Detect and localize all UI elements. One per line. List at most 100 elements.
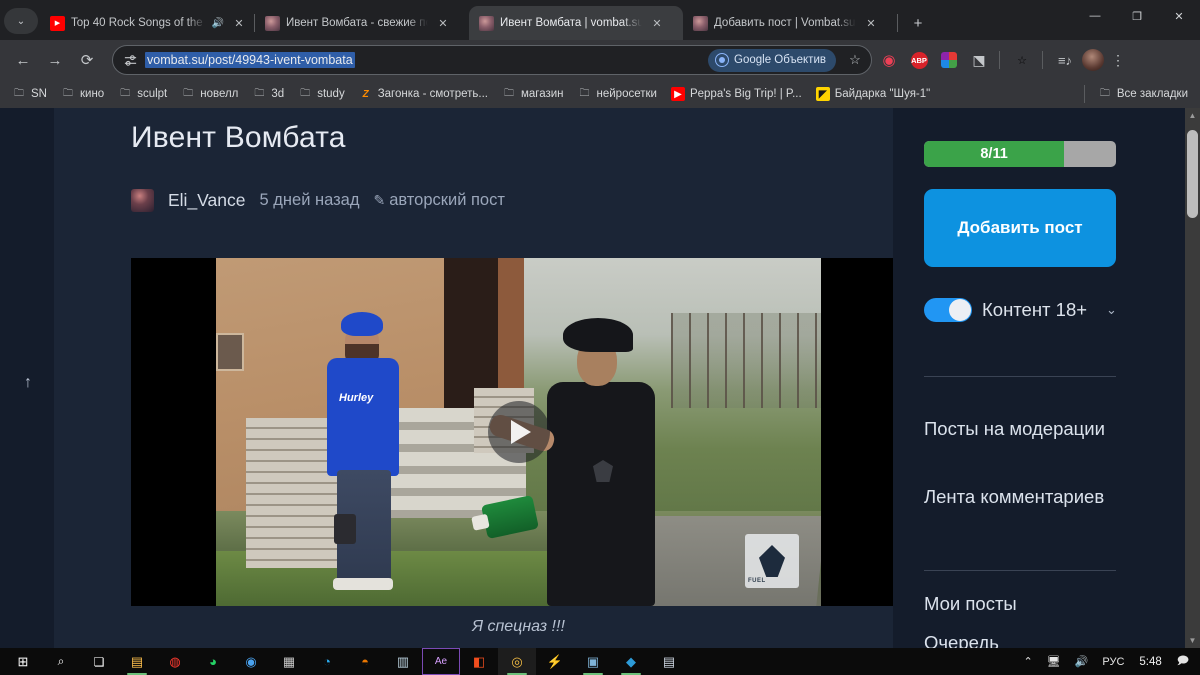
start-button[interactable]: ⊞ [4,648,42,675]
file-explorer-icon[interactable]: ▤ [118,648,156,675]
vertical-scrollbar[interactable]: ▲ ▼ [1185,108,1200,648]
whatsapp-icon[interactable]: ◕ [194,648,232,675]
google-lens-button[interactable]: Google Объектив [708,48,836,72]
bookmark-star-icon[interactable]: ☆ [843,48,867,72]
video-caption: Я спецназ !!! [472,618,565,635]
post-content-column: Ивент Вомбата Eli_Vance 5 дней назад ✎ а… [54,108,906,648]
zen-icon: Z [362,88,369,100]
toolbar-divider [999,51,1000,69]
sidebar-item-comments-feed[interactable]: Лента комментариев [924,486,1124,509]
pocket-extension-icon[interactable]: ◉ [876,47,902,73]
sidebar-item-moderation[interactable]: Посты на модерации [924,418,1124,441]
puzzle-extensions-icon[interactable]: ⬔ [966,47,992,73]
tab-close-button[interactable]: ✕ [862,14,880,32]
tab-title: Ивент Вомбата | vombat.su [500,17,642,29]
tab-search-button[interactable]: ⌄ [4,8,38,34]
scrollbar-down-arrow[interactable]: ▼ [1185,633,1200,648]
sidebar-item-my-posts[interactable]: Мои посты [924,593,1124,616]
tab-strip: ⌄ Top 40 Rock Songs of the 9 🔊 ✕ Ивент В… [0,0,1200,40]
google-chrome-icon[interactable]: ◎ [498,648,536,675]
task-view-button[interactable]: ❏ [80,648,118,675]
notepad-icon[interactable]: ▤ [650,648,688,675]
web-page: ↑ Ивент Вомбата Eli_Vance 5 дней назад ✎… [0,108,1185,648]
yandex-browser-icon[interactable]: ◍ [156,648,194,675]
reading-list-icon[interactable]: ≡♪ [1052,47,1078,73]
photo-app-icon[interactable]: ▣ [574,648,612,675]
profile-avatar[interactable] [1082,49,1104,71]
bookmark-this-page-icon[interactable]: ☆ [1009,47,1035,73]
post-date: 5 дней назад [259,191,360,209]
telegram-icon[interactable]: ◔ [308,648,346,675]
play-icon[interactable] [487,401,550,463]
adult-content-row[interactable]: Контент 18+ ⌄ [924,298,1118,322]
calculator-icon[interactable]: ▦ [270,648,308,675]
tab-close-button[interactable]: ✕ [648,14,666,32]
adult-content-toggle[interactable] [924,298,972,322]
bookmark-label: Байдарка "Шуя-1" [834,88,931,100]
chrome-menu-button[interactable]: ⋮ [1106,48,1130,72]
bookmark-zagonka[interactable]: Z Загонка - смотреть... [353,84,494,104]
color-picker-extension-icon[interactable] [936,47,962,73]
tab-close-button[interactable]: ✕ [230,14,248,32]
url-text: vombat.su/post/49943-ivent-vombata [145,52,355,68]
all-bookmarks-button[interactable]: 🗀 Все закладки [1092,84,1194,104]
bookmark-peppa[interactable]: ▶ Peppa's Big Trip! | P... [665,84,808,104]
search-button[interactable]: ⌕ [42,648,80,675]
tray-overflow-icon[interactable]: ⌃ [1016,648,1039,675]
figma-icon[interactable]: ◧ [460,648,498,675]
clock[interactable]: 5:48 [1131,656,1169,668]
browser-tab-4[interactable]: Добавить пост | Vombat.su ✕ [683,6,897,40]
tune-icon[interactable] [123,53,138,68]
language-indicator[interactable]: РУС [1095,648,1131,675]
bookmark-baydarka[interactable]: ◤ Байдарка "Шуя-1" [810,84,937,104]
scrollbar-thumb[interactable] [1187,130,1198,218]
bookmark-magazin[interactable]: 🗀 магазин [496,84,570,104]
scroll-to-top-icon[interactable]: ↑ [20,372,36,394]
reload-button[interactable]: ⟳ [72,45,102,75]
new-tab-button[interactable]: + [904,9,932,37]
browser-tab-1[interactable]: Top 40 Rock Songs of the 9 🔊 ✕ [40,6,254,40]
chrome-dev-icon[interactable]: ◉ [232,648,270,675]
browser-tab-3-active[interactable]: Ивент Вомбата | vombat.su ✕ [469,6,683,40]
post-author-link[interactable]: Eli_Vance [168,190,246,211]
chevron-down-icon[interactable]: ⌄ [1106,302,1118,318]
back-button[interactable]: ← [8,45,38,75]
bookmark-3d[interactable]: 🗀 3d [246,84,290,104]
bookmark-label: Все закладки [1116,88,1188,100]
address-bar[interactable]: vombat.su/post/49943-ivent-vombata Googl… [112,45,872,75]
scrollbar-up-arrow[interactable]: ▲ [1185,108,1200,123]
maximize-button[interactable]: ❐ [1116,0,1158,32]
url-text-wrapper[interactable]: vombat.su/post/49943-ivent-vombata [145,52,701,68]
post-video-player[interactable]: Hurley FUEL [131,258,906,606]
bookmark-kino[interactable]: 🗀 кино [55,84,110,104]
bookmark-sn[interactable]: 🗀 SN [6,84,53,104]
sidebar-divider [924,376,1116,377]
video-object-left [334,514,356,544]
after-effects-icon[interactable]: Ae [422,648,460,675]
sidebar-item-queue[interactable]: Очередь [924,632,1124,648]
bookmark-novell[interactable]: 🗀 новелл [175,84,244,104]
avatar[interactable] [131,189,154,212]
browser-tab-2[interactable]: Ивент Вомбата - свежие пост ✕ [255,6,469,40]
volume-icon[interactable]: 🔊 [1068,648,1096,675]
notifications-icon[interactable]: 🗩 [1170,648,1196,675]
bookmark-sculpt[interactable]: 🗀 sculpt [112,84,173,104]
blender-icon[interactable]: ◓ [346,648,384,675]
pencil-icon: ✎ [373,192,386,208]
original-post-badge: ✎ авторский пост [373,191,504,210]
tab-close-button[interactable]: ✕ [434,14,452,32]
diamond-app-icon[interactable]: ◆ [612,648,650,675]
progress-bar-label: 8/11 [980,146,1008,162]
forward-button[interactable]: → [40,45,70,75]
close-window-button[interactable]: ✕ [1158,0,1200,32]
substance-icon[interactable]: ▥ [384,648,422,675]
add-post-button[interactable]: Добавить пост [924,189,1116,267]
bookmark-neuroseti[interactable]: 🗀 нейросетки [572,84,663,104]
minimize-button[interactable]: — [1074,0,1116,32]
tab-mute-icon[interactable]: 🔊 [212,18,224,29]
bookmark-study[interactable]: 🗀 study [292,84,351,104]
adblock-plus-icon[interactable]: ABP [906,47,932,73]
post-meta: Eli_Vance 5 дней назад ✎ авторский пост [131,189,505,212]
network-icon[interactable]: 🖥 [1040,648,1068,675]
lightning-app-icon[interactable]: ⚡ [536,648,574,675]
